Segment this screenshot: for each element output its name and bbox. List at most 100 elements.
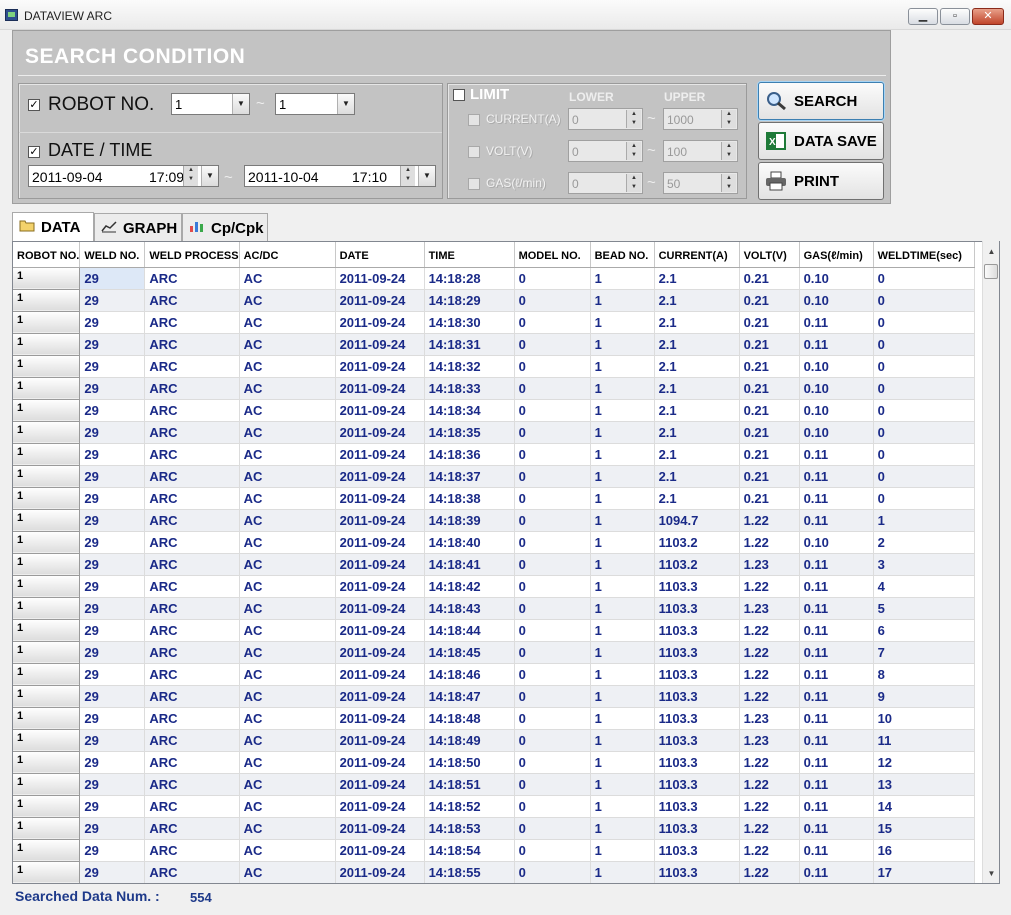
table-cell[interactable]: 2011-09-24 [335, 355, 425, 378]
table-cell[interactable]: 1 [590, 509, 655, 532]
table-cell[interactable]: 2.1 [654, 267, 740, 290]
table-cell[interactable]: 0 [514, 443, 591, 466]
table-cell[interactable]: 1.22 [739, 575, 800, 598]
table-cell[interactable]: 0.10 [799, 399, 874, 422]
table-row[interactable]: 1 29 ARC AC 2011-09-24 14:18:51 0 1 1103.3 1.22 0.… [13, 773, 975, 796]
table-cell[interactable]: 2011-09-24 [335, 861, 425, 883]
table-cell[interactable]: 14:18:28 [424, 267, 515, 290]
table-cell[interactable]: 1103.3 [654, 641, 740, 664]
table-cell[interactable]: AC [239, 729, 336, 752]
table-cell[interactable]: 1103.3 [654, 861, 740, 883]
table-cell[interactable]: AC [239, 619, 336, 642]
column-header[interactable]: VOLT(V) [739, 242, 800, 268]
table-cell[interactable]: 29 [79, 311, 146, 334]
table-cell[interactable]: 0 [873, 377, 975, 400]
table-cell[interactable]: 14:18:45 [424, 641, 515, 664]
table-cell[interactable]: 1 [590, 751, 655, 774]
date-time-checkbox[interactable]: ✓ [28, 146, 40, 158]
table-cell[interactable]: 14:18:34 [424, 399, 515, 422]
row-header-cell[interactable]: 1 [13, 619, 81, 642]
table-cell[interactable]: 1 [590, 333, 655, 356]
table-cell[interactable]: 17 [873, 861, 975, 883]
spin-updown-icon[interactable]: ▲ ▼ [721, 110, 736, 128]
chevron-down-icon[interactable]: ▼ [337, 94, 354, 114]
table-cell[interactable]: 2011-09-24 [335, 531, 425, 554]
row-header-cell[interactable]: 1 [13, 267, 81, 290]
table-cell[interactable]: 14:18:38 [424, 487, 515, 510]
table-cell[interactable]: ARC [144, 795, 240, 818]
table-cell[interactable]: 14 [873, 795, 975, 818]
table-cell[interactable]: 0 [514, 773, 591, 796]
table-cell[interactable]: 1.22 [739, 861, 800, 883]
table-cell[interactable]: 0.10 [799, 377, 874, 400]
table-cell[interactable]: 1 [590, 729, 655, 752]
current-limit-checkbox[interactable] [468, 114, 480, 126]
table-cell[interactable]: 2011-09-24 [335, 399, 425, 422]
table-cell[interactable]: 2.1 [654, 311, 740, 334]
table-cell[interactable]: 0 [873, 267, 975, 290]
spin-updown-icon[interactable]: ▲ ▼ [721, 174, 736, 192]
table-cell[interactable]: 29 [79, 597, 146, 620]
table-cell[interactable]: 1103.3 [654, 817, 740, 840]
volt-upper-field[interactable]: 100 ▲ ▼ [663, 140, 738, 162]
table-cell[interactable]: 0 [514, 421, 591, 444]
table-cell[interactable]: 0.21 [739, 311, 800, 334]
table-cell[interactable]: ARC [144, 729, 240, 752]
row-header-cell[interactable]: 1 [13, 289, 81, 312]
table-cell[interactable]: 3 [873, 553, 975, 576]
table-cell[interactable]: 1 [590, 861, 655, 883]
table-cell[interactable]: 0 [514, 377, 591, 400]
table-cell[interactable]: 0 [514, 289, 591, 312]
robot-no-to-combo[interactable]: 1 ▼ [275, 93, 355, 115]
chevron-down-icon[interactable]: ▼ [201, 166, 218, 186]
table-cell[interactable]: 1 [590, 817, 655, 840]
table-cell[interactable]: 14:18:37 [424, 465, 515, 488]
table-cell[interactable]: ARC [144, 509, 240, 532]
table-cell[interactable]: ARC [144, 597, 240, 620]
table-cell[interactable]: 0.11 [799, 641, 874, 664]
volt-limit-checkbox[interactable] [468, 146, 480, 158]
table-cell[interactable]: 29 [79, 443, 146, 466]
row-header-cell[interactable]: 1 [13, 509, 81, 532]
table-cell[interactable]: 0.10 [799, 289, 874, 312]
table-cell[interactable]: 0.11 [799, 685, 874, 708]
table-cell[interactable]: AC [239, 487, 336, 510]
table-cell[interactable]: 0.11 [799, 707, 874, 730]
table-cell[interactable]: 29 [79, 553, 146, 576]
limit-checkbox[interactable] [453, 89, 465, 101]
column-header[interactable]: TIME [424, 242, 515, 268]
table-cell[interactable]: 2011-09-24 [335, 729, 425, 752]
table-row[interactable]: 1 29 ARC AC 2011-09-24 14:18:52 0 1 1103.3 1.22 0.… [13, 795, 975, 818]
row-header-cell[interactable]: 1 [13, 487, 81, 510]
table-cell[interactable]: 0 [873, 311, 975, 334]
table-cell[interactable]: 1 [590, 399, 655, 422]
table-row[interactable]: 1 29 ARC AC 2011-09-24 14:18:29 0 1 2.1 0.21 0.10 0 [13, 289, 975, 312]
table-cell[interactable]: ARC [144, 685, 240, 708]
row-header-cell[interactable]: 1 [13, 465, 81, 488]
table-cell[interactable]: 0 [514, 575, 591, 598]
table-cell[interactable]: 0 [514, 685, 591, 708]
gas-lower-field[interactable]: 0 ▲ ▼ [568, 172, 643, 194]
row-header-cell[interactable]: 1 [13, 531, 81, 554]
table-cell[interactable]: 15 [873, 817, 975, 840]
table-cell[interactable]: ARC [144, 267, 240, 290]
table-cell[interactable]: 1.22 [739, 619, 800, 642]
row-header-cell[interactable]: 1 [13, 663, 81, 686]
table-cell[interactable]: 1 [590, 487, 655, 510]
table-cell[interactable]: 1.22 [739, 795, 800, 818]
scroll-up-icon[interactable]: ▲ [983, 243, 1000, 260]
table-cell[interactable]: 14:18:47 [424, 685, 515, 708]
table-cell[interactable]: 1 [590, 531, 655, 554]
table-cell[interactable]: 2011-09-24 [335, 311, 425, 334]
table-cell[interactable]: 0.11 [799, 817, 874, 840]
table-cell[interactable]: 0.21 [739, 443, 800, 466]
table-cell[interactable]: 5 [873, 597, 975, 620]
table-cell[interactable]: 1103.3 [654, 619, 740, 642]
table-cell[interactable]: 2011-09-24 [335, 641, 425, 664]
table-cell[interactable]: 29 [79, 707, 146, 730]
table-cell[interactable]: 0.21 [739, 267, 800, 290]
table-cell[interactable]: 1.22 [739, 663, 800, 686]
table-cell[interactable]: 1 [590, 773, 655, 796]
table-cell[interactable]: 1103.3 [654, 663, 740, 686]
table-cell[interactable]: 0 [514, 597, 591, 620]
